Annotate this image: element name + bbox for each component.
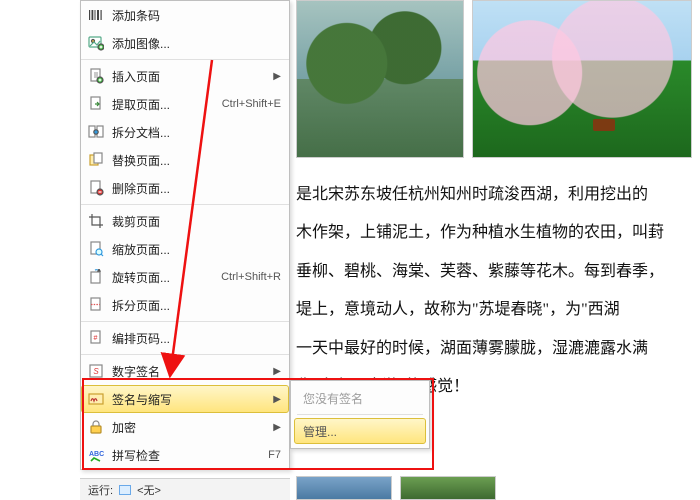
menu-item[interactable]: 签名与缩写▶ <box>81 385 289 413</box>
text-line: 垂柳、碧桃、海棠、芙蓉、紫藤等花木。每到春季， <box>296 253 680 291</box>
text-line: 是北宋苏东坡任杭州知州时疏浚西湖，利用挖出的 <box>296 176 680 214</box>
submenu-sign-initials[interactable]: 您没有签名 管理... <box>290 380 430 449</box>
menu-item-label: 替换页面... <box>112 152 281 169</box>
submenu-manage[interactable]: 管理... <box>294 418 426 444</box>
menu-item-label: 裁剪页面 <box>112 213 281 230</box>
photo-row-bottom <box>296 476 496 500</box>
landscape-photo-3 <box>296 476 392 500</box>
photo-row <box>296 0 692 158</box>
menu-item-label: 拆分文档... <box>112 124 281 141</box>
menu-item[interactable]: 加密▶ <box>81 413 289 441</box>
rotate-icon <box>87 268 105 286</box>
menu-item[interactable]: 插入页面▶ <box>81 62 289 90</box>
menu-item-label: 旋转页面... <box>112 269 217 286</box>
status-run-value: <无> <box>137 482 161 498</box>
menu-item[interactable]: 添加条码 <box>81 1 289 29</box>
landscape-photo-2 <box>472 0 692 158</box>
context-menu[interactable]: 添加条码添加图像...插入页面▶提取页面...Ctrl+Shift+E拆分文档.… <box>80 0 290 470</box>
menu-item-label: 添加条码 <box>112 7 281 24</box>
doc-split-icon <box>87 123 105 141</box>
spellcheck-icon: ABC <box>87 446 105 464</box>
page-replace-icon <box>87 151 105 169</box>
menu-item[interactable]: 旋转页面... Ctrl+Shift+R <box>81 263 289 291</box>
menu-separator <box>81 321 289 322</box>
menu-item[interactable]: S 数字签名▶ <box>81 357 289 385</box>
menu-item-shortcut: F7 <box>268 449 281 461</box>
digital-sign-icon: S <box>87 362 105 380</box>
text-line: 木作架，上铺泥土，作为种植水生植物的农田，叫葑 <box>296 214 680 252</box>
status-run-label: 运行: <box>88 482 113 498</box>
encrypt-icon <box>87 418 105 436</box>
menu-item[interactable]: 提取页面... Ctrl+Shift+E <box>81 90 289 118</box>
svg-text:S: S <box>93 367 99 376</box>
sign-initials-icon <box>87 390 105 408</box>
landscape-photo-1 <box>296 0 464 158</box>
menu-item-label: 拆分页面... <box>112 297 281 314</box>
svg-text:ABC: ABC <box>89 451 104 458</box>
text-line: 一天中最好的时候，湖面薄雾朦胧，湿漉漉露水满 <box>296 330 680 368</box>
submenu-separator <box>297 414 423 415</box>
menu-item-label: 加密 <box>112 419 271 436</box>
document-text: 是北宋苏东坡任杭州知州时疏浚西湖，利用挖出的 木作架，上铺泥土，作为种植水生植物… <box>296 176 680 406</box>
menu-item-label: 编排页码... <box>112 330 281 347</box>
menu-item-label: 拼写检查 <box>112 447 264 464</box>
text-line: 堤上，意境动人，故称为"苏堤春晓"，为"西湖 <box>296 291 680 329</box>
menu-item-label: 添加图像... <box>112 35 281 52</box>
submenu-label: 您没有签名 <box>303 390 363 407</box>
zoom-page-icon <box>87 240 105 258</box>
menu-item-label: 插入页面 <box>112 68 271 85</box>
layout-icon[interactable] <box>119 485 131 495</box>
page-insert-icon <box>87 67 105 85</box>
crop-icon <box>87 212 105 230</box>
menu-item-label: 缩放页面... <box>112 241 281 258</box>
menu-item-label: 数字签名 <box>112 363 271 380</box>
menu-item[interactable]: ABC 拼写检查 F7 <box>81 441 289 469</box>
submenu-no-signature: 您没有签名 <box>291 385 429 411</box>
menu-item[interactable]: 缩放页面... <box>81 235 289 263</box>
chevron-right-icon: ▶ <box>271 422 281 433</box>
menu-item[interactable]: 替换页面... <box>81 146 289 174</box>
page-delete-icon <box>87 179 105 197</box>
menu-item[interactable]: 裁剪页面 <box>81 207 289 235</box>
number-pages-icon: # <box>87 329 105 347</box>
chevron-right-icon: ▶ <box>271 366 281 377</box>
menu-item[interactable]: # 编排页码... <box>81 324 289 352</box>
barcode-icon <box>87 6 105 24</box>
split-page-icon <box>87 296 105 314</box>
menu-item[interactable]: 删除页面... <box>81 174 289 202</box>
menu-item-label: 签名与缩写 <box>112 391 271 408</box>
status-bar: 运行: <无> <box>80 478 290 500</box>
menu-item[interactable]: 拆分文档... <box>81 118 289 146</box>
chevron-right-icon: ▶ <box>271 71 281 82</box>
menu-item-label: 提取页面... <box>112 96 218 113</box>
svg-text:#: # <box>94 335 98 342</box>
submenu-label: 管理... <box>303 423 337 440</box>
menu-separator <box>81 59 289 60</box>
page-extract-icon <box>87 95 105 113</box>
menu-item[interactable]: 添加图像... <box>81 29 289 57</box>
chevron-right-icon: ▶ <box>271 394 281 405</box>
landscape-photo-4 <box>400 476 496 500</box>
menu-item-shortcut: Ctrl+Shift+E <box>222 98 281 110</box>
image-add-icon <box>87 34 105 52</box>
menu-item-label: 删除页面... <box>112 180 281 197</box>
menu-separator <box>81 204 289 205</box>
menu-separator <box>81 354 289 355</box>
menu-item-shortcut: Ctrl+Shift+R <box>221 271 281 283</box>
menu-item[interactable]: 拆分页面... <box>81 291 289 319</box>
